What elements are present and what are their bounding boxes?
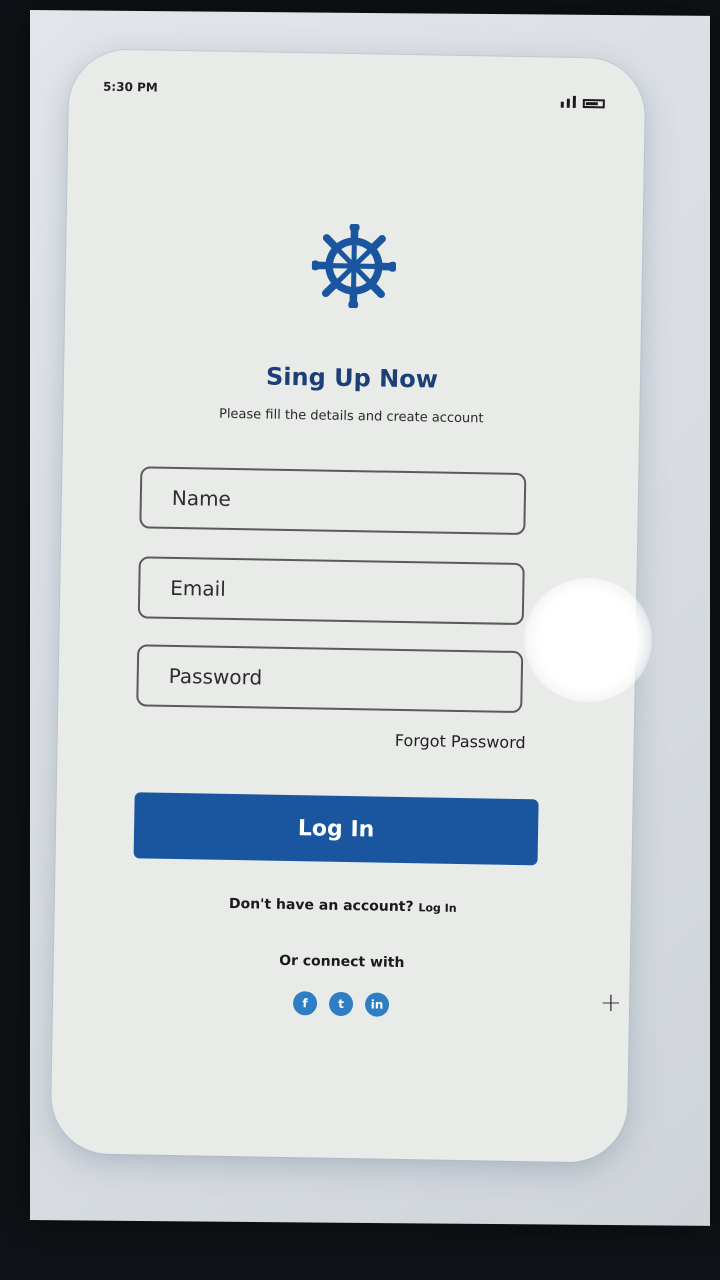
twitter-icon[interactable]: t bbox=[328, 991, 354, 1017]
linkedin-icon[interactable]: in bbox=[364, 992, 390, 1017]
password-input[interactable] bbox=[136, 644, 524, 714]
email-input[interactable] bbox=[137, 556, 525, 626]
connect-label: Or connect with bbox=[279, 952, 405, 972]
name-input[interactable] bbox=[139, 466, 527, 536]
battery-icon bbox=[582, 99, 605, 109]
signal-icon bbox=[560, 101, 564, 108]
phone-screen: 5:30 PM Sing Up Now Please fill the deta… bbox=[50, 49, 646, 1163]
page-title: Sing Up Now bbox=[265, 362, 439, 394]
login-button[interactable]: Log In bbox=[133, 792, 539, 866]
social-buttons: f t in bbox=[53, 987, 629, 1021]
login-link[interactable]: Log In bbox=[418, 901, 456, 915]
signal-bar-icon bbox=[566, 98, 570, 108]
plus-icon: + bbox=[600, 988, 622, 1018]
ship-wheel-icon bbox=[311, 223, 397, 309]
signal-bar-icon bbox=[572, 95, 576, 108]
status-icons bbox=[560, 95, 605, 109]
page-subtitle: Please fill the details and create accou… bbox=[218, 406, 484, 427]
facebook-icon[interactable]: f bbox=[292, 991, 318, 1016]
forgot-password-link[interactable]: Forgot Password bbox=[395, 731, 526, 752]
account-prompt-text: Don't have an account? bbox=[228, 895, 414, 916]
account-prompt-row: Don't have an account? Log In bbox=[55, 893, 631, 919]
status-time: 5:30 PM bbox=[102, 79, 158, 95]
